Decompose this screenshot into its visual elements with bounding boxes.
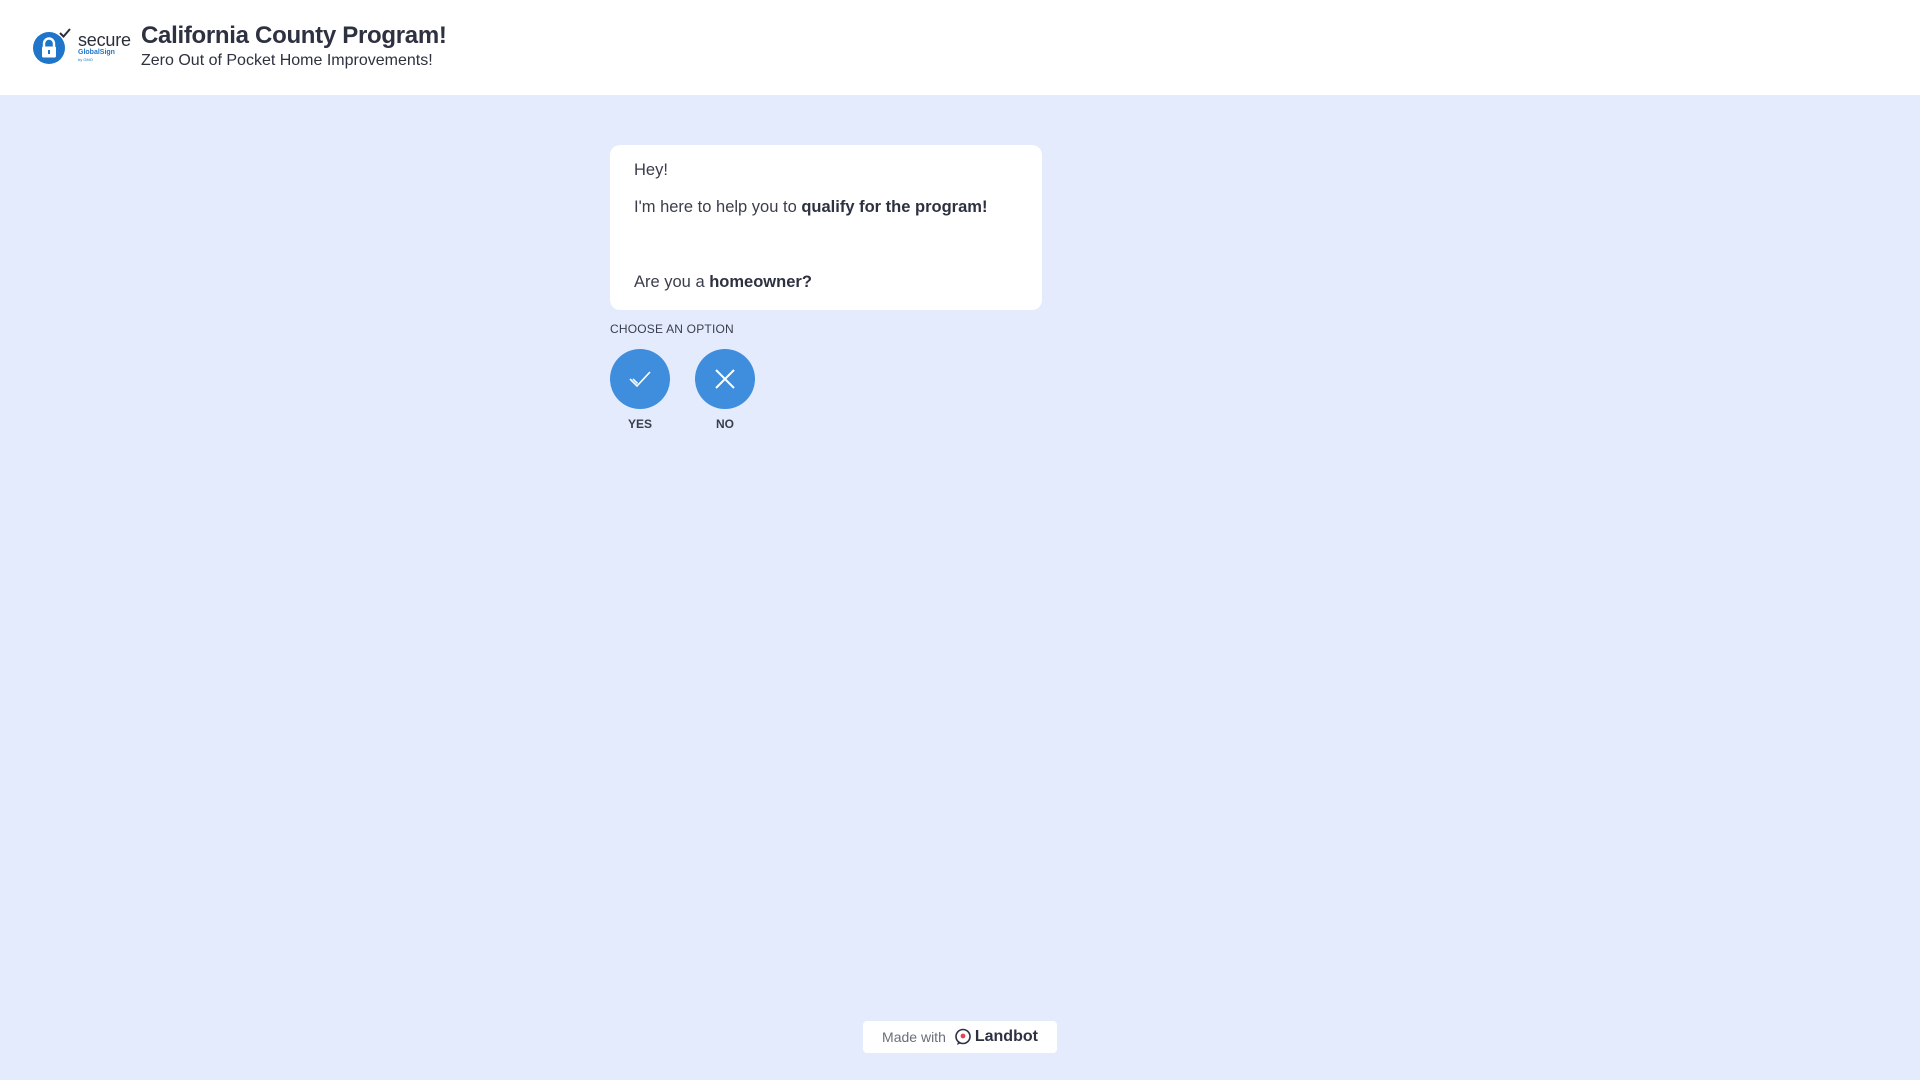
no-button[interactable]: NO — [695, 349, 755, 431]
made-with-landbot-badge[interactable]: Made with Landbot — [863, 1021, 1057, 1053]
made-with-text: Made with — [882, 1029, 946, 1045]
greeting-text: Hey! — [634, 161, 668, 179]
question-bold: homeowner? — [709, 273, 812, 291]
intro-prefix: I'm here to help you to — [634, 198, 802, 216]
logo-secure-text: secure — [78, 30, 131, 50]
yes-button[interactable]: YES — [610, 349, 670, 431]
check-icon — [629, 371, 651, 388]
landbot-logo: Landbot — [954, 1028, 1038, 1046]
page-title: California County Program! — [141, 22, 447, 49]
question-text: Are you a homeowner? — [634, 273, 812, 292]
no-circle[interactable] — [695, 349, 755, 409]
no-label: NO — [716, 417, 734, 431]
secure-badge-logo: secure GlobalSign by GMO — [33, 27, 131, 67]
landbot-icon — [955, 1028, 971, 1045]
intro-text: I'm here to help you to qualify for the … — [634, 198, 987, 217]
bot-message-bubble: Hey! I'm here to help you to qualify for… — [610, 145, 1042, 310]
check-icon — [59, 28, 71, 38]
yes-circle[interactable] — [610, 349, 670, 409]
logo-sub-text: by GMO — [78, 57, 93, 62]
logo-brand-text: GlobalSign — [78, 49, 115, 56]
landbot-brand-text: Landbot — [974, 1028, 1038, 1045]
question-prefix: Are you a — [634, 273, 710, 291]
page-subtitle: Zero Out of Pocket Home Improvements! — [141, 52, 433, 69]
yes-label: YES — [627, 417, 652, 431]
intro-bold: qualify for the program! — [801, 198, 988, 216]
choose-option-label: CHOOSE AN OPTION — [610, 322, 734, 336]
header-bar: secure GlobalSign by GMO California Coun… — [0, 0, 1920, 95]
close-icon — [715, 369, 735, 389]
